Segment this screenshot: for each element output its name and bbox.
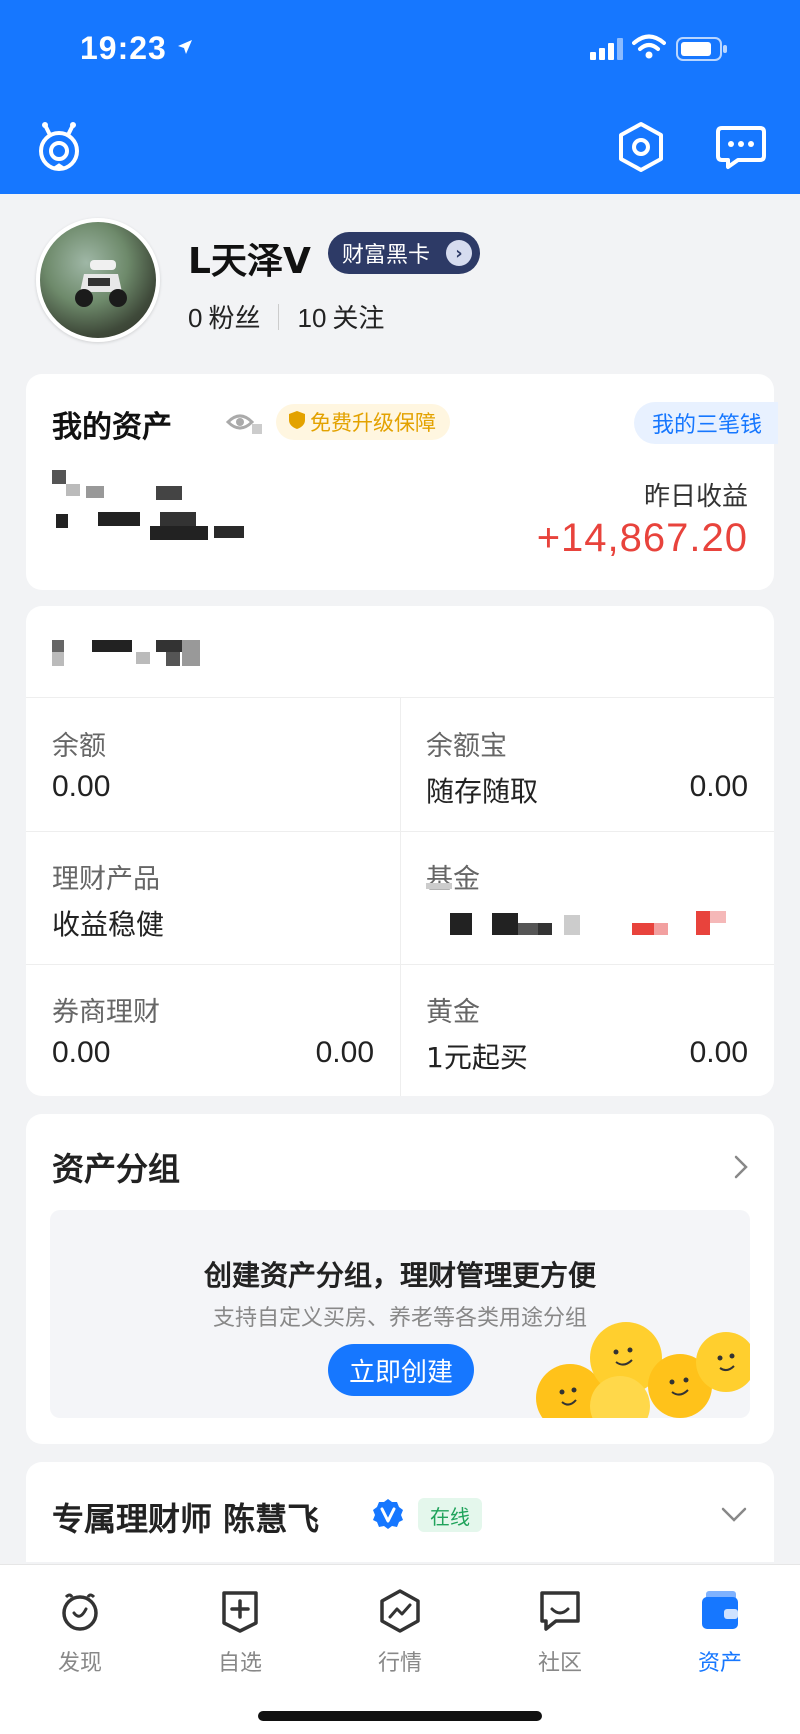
bottom-tab-bar: 发现 自选 行情 社区 资产	[0, 1564, 800, 1734]
cell-subtitle: 1元起买	[426, 1041, 528, 1074]
tab-market[interactable]: 行情	[320, 1587, 480, 1687]
yuebao-cell[interactable]: 余额宝 随存随取 0.00	[400, 698, 774, 831]
settings-hex-icon[interactable]	[614, 120, 668, 174]
cell-value: 0.00	[689, 1036, 748, 1069]
create-group-banner: 创建资产分组，理财管理更方便 支持自定义买房、养老等各类用途分组 立即创建	[50, 1210, 750, 1418]
upgrade-tag-label: 免费升级保障	[310, 411, 436, 435]
chat-icon[interactable]	[714, 120, 768, 174]
status-bar: 19:23	[0, 0, 800, 96]
cell-label: 券商理财	[52, 997, 160, 1028]
following-stat[interactable]: 10 关注	[297, 298, 384, 335]
top-app-bar: 19:23	[0, 0, 800, 194]
financial-advisor-card[interactable]: 专属理财师 陈慧飞 在线	[26, 1462, 774, 1562]
username[interactable]: L天泽V	[188, 232, 311, 284]
cell-value: 0.00	[689, 770, 748, 803]
follow-stats: 0 粉丝 10 关注	[188, 298, 384, 335]
tab-label: 发现	[57, 1651, 102, 1676]
cell-label: 理财产品	[52, 864, 160, 895]
profile-section: L天泽V 财富黑卡 › 0 粉丝 10 关注	[0, 194, 800, 370]
free-upgrade-protection-tag[interactable]: 免费升级保障	[276, 404, 450, 440]
account-balances-card: 余额 0.00 余额宝 随存随取 0.00 理财产品 收益稳健 基金 券商理财 …	[26, 606, 774, 1096]
obscured-section-header	[26, 606, 774, 698]
tab-watchlist[interactable]: 自选	[160, 1587, 320, 1687]
badge-label: 财富黑卡	[342, 243, 431, 268]
tab-assets[interactable]: 资产	[640, 1587, 800, 1687]
tab-label: 资产	[697, 1651, 742, 1676]
location-arrow-icon	[176, 38, 194, 60]
gold-cell[interactable]: 黄金 1元起买 0.00	[400, 964, 774, 1097]
eye-toggle-icon[interactable]	[225, 408, 270, 442]
tab-community[interactable]: 社区	[480, 1587, 640, 1687]
followers-count: 0	[188, 303, 203, 333]
create-now-button[interactable]: 立即创建	[328, 1344, 474, 1396]
asset-group-card: 资产分组 创建资产分组，理财管理更方便 支持自定义买房、养老等各类用途分组 立即…	[26, 1114, 774, 1444]
status-time: 19:23	[80, 30, 167, 66]
cell-label: 余额	[52, 731, 106, 762]
my-assets-card[interactable]: 我的资产 免费升级保障 我的三笔钱 昨日收益 +14,867.20	[26, 374, 778, 590]
following-count: 10	[297, 303, 327, 333]
tab-label: 社区	[537, 1651, 582, 1676]
followers-stat[interactable]: 0 粉丝	[188, 298, 260, 335]
cell-value: 0.00	[315, 1036, 374, 1069]
cell-subtitle: 随存随取	[426, 775, 539, 808]
chevron-down-icon[interactable]	[720, 1506, 748, 1528]
yesterday-earnings-label: 昨日收益	[643, 482, 748, 512]
home-indicator[interactable]	[258, 1711, 542, 1721]
discover-icon	[62, 1593, 98, 1631]
tab-label: 自选	[217, 1651, 262, 1676]
chevron-right-icon: ›	[446, 240, 472, 266]
wealth-products-cell[interactable]: 理财产品 收益稳健	[26, 831, 400, 964]
followers-label: 粉丝	[208, 304, 261, 334]
brokerage-wealth-cell[interactable]: 券商理财 0.00 0.00	[26, 964, 400, 1097]
assets-title: 我的资产	[52, 410, 172, 445]
yesterday-earnings-value: +14,867.20	[536, 516, 748, 560]
asset-group-title[interactable]: 资产分组	[52, 1144, 180, 1190]
fund-cell[interactable]: 基金	[400, 831, 774, 964]
community-icon	[540, 1591, 580, 1631]
shield-icon	[288, 410, 306, 435]
advisor-name: 专属理财师 陈慧飞	[52, 1500, 320, 1538]
market-icon	[380, 1589, 420, 1633]
cell-value: 0.00	[52, 770, 111, 803]
tab-discover[interactable]: 发现	[0, 1587, 160, 1687]
cell-subtitle: 0.00	[52, 1036, 111, 1069]
wealth-black-card-badge[interactable]: 财富黑卡 ›	[328, 232, 480, 274]
balance-cell[interactable]: 余额 0.00	[26, 698, 400, 831]
avatar[interactable]	[36, 218, 160, 342]
online-status-tag: 在线	[418, 1498, 482, 1532]
tab-label: 行情	[377, 1651, 422, 1676]
divider	[278, 303, 280, 330]
chevron-right-icon[interactable]	[732, 1154, 750, 1184]
cellular-signal-icon	[590, 38, 624, 64]
banner-title: 创建资产分组，理财管理更方便	[203, 1259, 596, 1292]
cell-label: 黄金	[426, 997, 480, 1028]
cell-label: 基金	[426, 864, 480, 895]
wifi-icon	[632, 34, 666, 64]
cell-label: 余额宝	[426, 731, 507, 762]
watchlist-icon	[222, 1591, 258, 1633]
three-money-button[interactable]: 我的三笔钱	[633, 402, 778, 444]
cell-subtitle: 收益稳健	[52, 908, 165, 941]
assets-wallet-icon	[702, 1591, 738, 1629]
scooter-photo-icon	[75, 260, 127, 307]
verified-icon	[372, 1498, 404, 1534]
following-label: 关注	[332, 304, 385, 334]
battery-icon	[676, 36, 728, 66]
smiling-coins-icon	[536, 1322, 750, 1418]
alipay-mascot-icon[interactable]	[32, 120, 86, 174]
